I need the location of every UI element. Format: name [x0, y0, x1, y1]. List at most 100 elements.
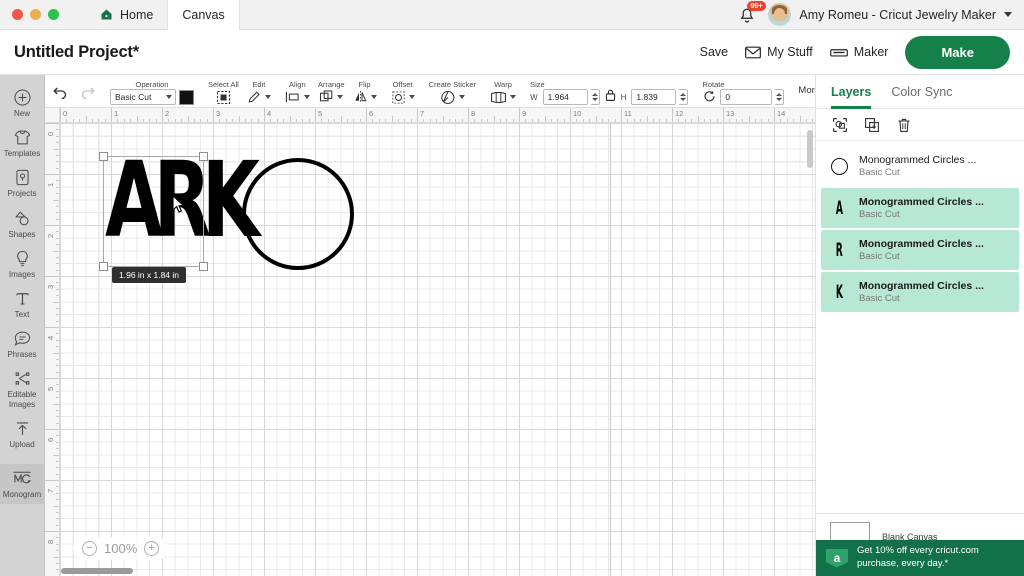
resize-handle-top-left[interactable]	[99, 152, 108, 161]
sidebar-item-monogram[interactable]: Monogram	[0, 463, 45, 505]
machine-icon	[829, 46, 848, 59]
ruler-tick-major	[315, 108, 316, 122]
ruler-label: 10	[573, 109, 582, 118]
sidebar-item-images[interactable]: Images	[0, 244, 45, 284]
close-window-button[interactable]	[12, 9, 23, 20]
minimize-window-button[interactable]	[30, 9, 41, 20]
edit-button[interactable]: Edit	[247, 75, 271, 108]
offset-button[interactable]: Offset	[391, 75, 415, 108]
ruler-tick-minor	[697, 116, 699, 122]
sidebar-item-shapes[interactable]: Shapes	[0, 204, 45, 244]
size-caption: Size	[530, 80, 545, 89]
vertical-scrollbar[interactable]	[807, 130, 813, 168]
sidebar-item-new[interactable]: New	[0, 83, 45, 123]
plus-circle-icon	[13, 88, 32, 107]
sidebar-item-phrases[interactable]: Phrases	[0, 324, 45, 364]
align-caption: Align	[289, 80, 306, 89]
lock-aspect-ratio-button[interactable]	[604, 75, 617, 108]
ruler-tick-minor	[53, 199, 59, 201]
design-canvas[interactable]: 0 1 2 3 4 5 6 7 8 9 10 11 12 13 14 012345678 ARK 1.96 …	[45, 108, 815, 576]
select-all-button[interactable]: Select All	[208, 75, 239, 108]
duplicate-icon[interactable]	[864, 117, 880, 133]
height-stepper[interactable]	[679, 89, 689, 105]
sidebar-label-images: Images	[8, 269, 36, 279]
machine-selector-button[interactable]: Maker	[829, 45, 888, 59]
width-stepper[interactable]	[590, 89, 600, 105]
redo-icon	[78, 83, 96, 99]
operation-control: Operation Basic Cut	[110, 75, 194, 108]
sidebar-item-projects[interactable]: Projects	[0, 163, 45, 203]
tab-color-sync[interactable]: Color Sync	[891, 75, 952, 109]
cricut-design-space-window: Home Canvas 99+ Amy Romeu - Cricut Jewel…	[0, 0, 1024, 576]
rotate-icon[interactable]	[702, 90, 717, 104]
ruler-tick-minor	[53, 352, 59, 354]
ruler-tick-major	[45, 123, 59, 124]
ruler-tick-minor	[646, 116, 648, 122]
ruler-label: 9	[522, 109, 527, 118]
rotate-input[interactable]: 0	[720, 89, 773, 105]
save-button[interactable]: Save	[700, 45, 729, 59]
create-sticker-caption: Create Sticker	[428, 80, 477, 89]
warp-button[interactable]: Warp	[490, 75, 517, 108]
height-input[interactable]: 1.839	[631, 89, 677, 105]
make-button[interactable]: Make	[905, 35, 1010, 69]
home-icon	[99, 7, 114, 22]
cutting-mat[interactable]: ARK 1.96 in x 1.84 in	[60, 123, 815, 576]
sidebar-label-phrases: Phrases	[7, 350, 37, 360]
sidebar-item-editable-images[interactable]: Editable Images	[0, 364, 45, 413]
my-stuff-button[interactable]: My Stuff	[745, 45, 813, 59]
width-label: W	[530, 92, 538, 102]
rotate-stepper[interactable]	[775, 89, 785, 105]
layer-row[interactable]: K Monogrammed Circles ... Basic Cut	[821, 272, 1019, 312]
ruler-tick-minor	[85, 116, 87, 122]
selection-bounding-box[interactable]	[99, 152, 208, 271]
notifications-button[interactable]: 99+	[738, 0, 766, 26]
ruler-tick-major	[213, 108, 214, 122]
tab-home[interactable]: Home	[85, 0, 167, 30]
mat-edge-line	[610, 123, 611, 576]
ruler-label: 5	[46, 386, 55, 391]
zoom-in-button[interactable]: +	[144, 541, 160, 556]
avatar[interactable]	[768, 3, 792, 26]
ruler-tick-major	[774, 108, 775, 122]
sidebar-item-upload[interactable]: Upload	[0, 414, 45, 454]
user-name-label: Amy Romeu - Cricut Jewelry Maker	[799, 7, 996, 22]
sidebar-label-projects: Projects	[7, 189, 37, 199]
tab-canvas[interactable]: Canvas	[167, 0, 240, 31]
delete-icon[interactable]	[896, 117, 912, 133]
layer-row[interactable]: Monogrammed Circles ... Basic Cut	[821, 146, 1019, 186]
ruler-label: 1	[114, 109, 119, 118]
resize-handle-bottom-right[interactable]	[199, 262, 208, 271]
align-button[interactable]: Align	[285, 75, 310, 108]
operation-value: Basic Cut	[115, 92, 152, 102]
sidebar-item-templates[interactable]: Templates	[0, 123, 45, 163]
ruler-tick-minor	[187, 116, 189, 122]
tab-layers[interactable]: Layers	[831, 75, 871, 109]
zoom-out-button[interactable]: −	[82, 541, 97, 556]
color-swatch-button[interactable]	[179, 89, 194, 105]
layer-row[interactable]: A Monogrammed Circles ... Basic Cut	[821, 188, 1019, 228]
ruler-label: 0	[63, 109, 68, 118]
resize-handle-top-right[interactable]	[199, 152, 208, 161]
width-input[interactable]: 1.964	[542, 89, 588, 105]
circle-shape-artwork[interactable]	[242, 158, 354, 270]
arrange-button[interactable]: Arrange	[318, 75, 345, 108]
ruler-tick-major	[45, 327, 59, 328]
flip-button[interactable]: Flip	[353, 75, 377, 108]
promo-banner[interactable]: a Get 10% off every cricut.com purchase,…	[816, 540, 1024, 576]
create-sticker-button[interactable]: Create Sticker	[428, 75, 477, 108]
ruler-tick-minor	[53, 505, 59, 507]
group-ungroup-icon[interactable]	[832, 117, 848, 133]
chevron-down-icon[interactable]	[1004, 12, 1012, 17]
operation-select[interactable]: Basic Cut	[110, 89, 176, 105]
ruler-label: 6	[369, 109, 374, 118]
layer-row[interactable]: R Monogrammed Circles ... Basic Cut	[821, 230, 1019, 270]
select-all-caption: Select All	[208, 80, 239, 89]
rotate-control: Rotate 0	[702, 75, 785, 108]
horizontal-scrollbar[interactable]	[61, 568, 133, 574]
resize-handle-bottom-left[interactable]	[99, 262, 108, 271]
ruler-tick-minor	[391, 116, 393, 122]
sidebar-item-text[interactable]: Text	[0, 284, 45, 324]
undo-icon[interactable]	[52, 83, 70, 99]
maximize-window-button[interactable]	[48, 9, 59, 20]
